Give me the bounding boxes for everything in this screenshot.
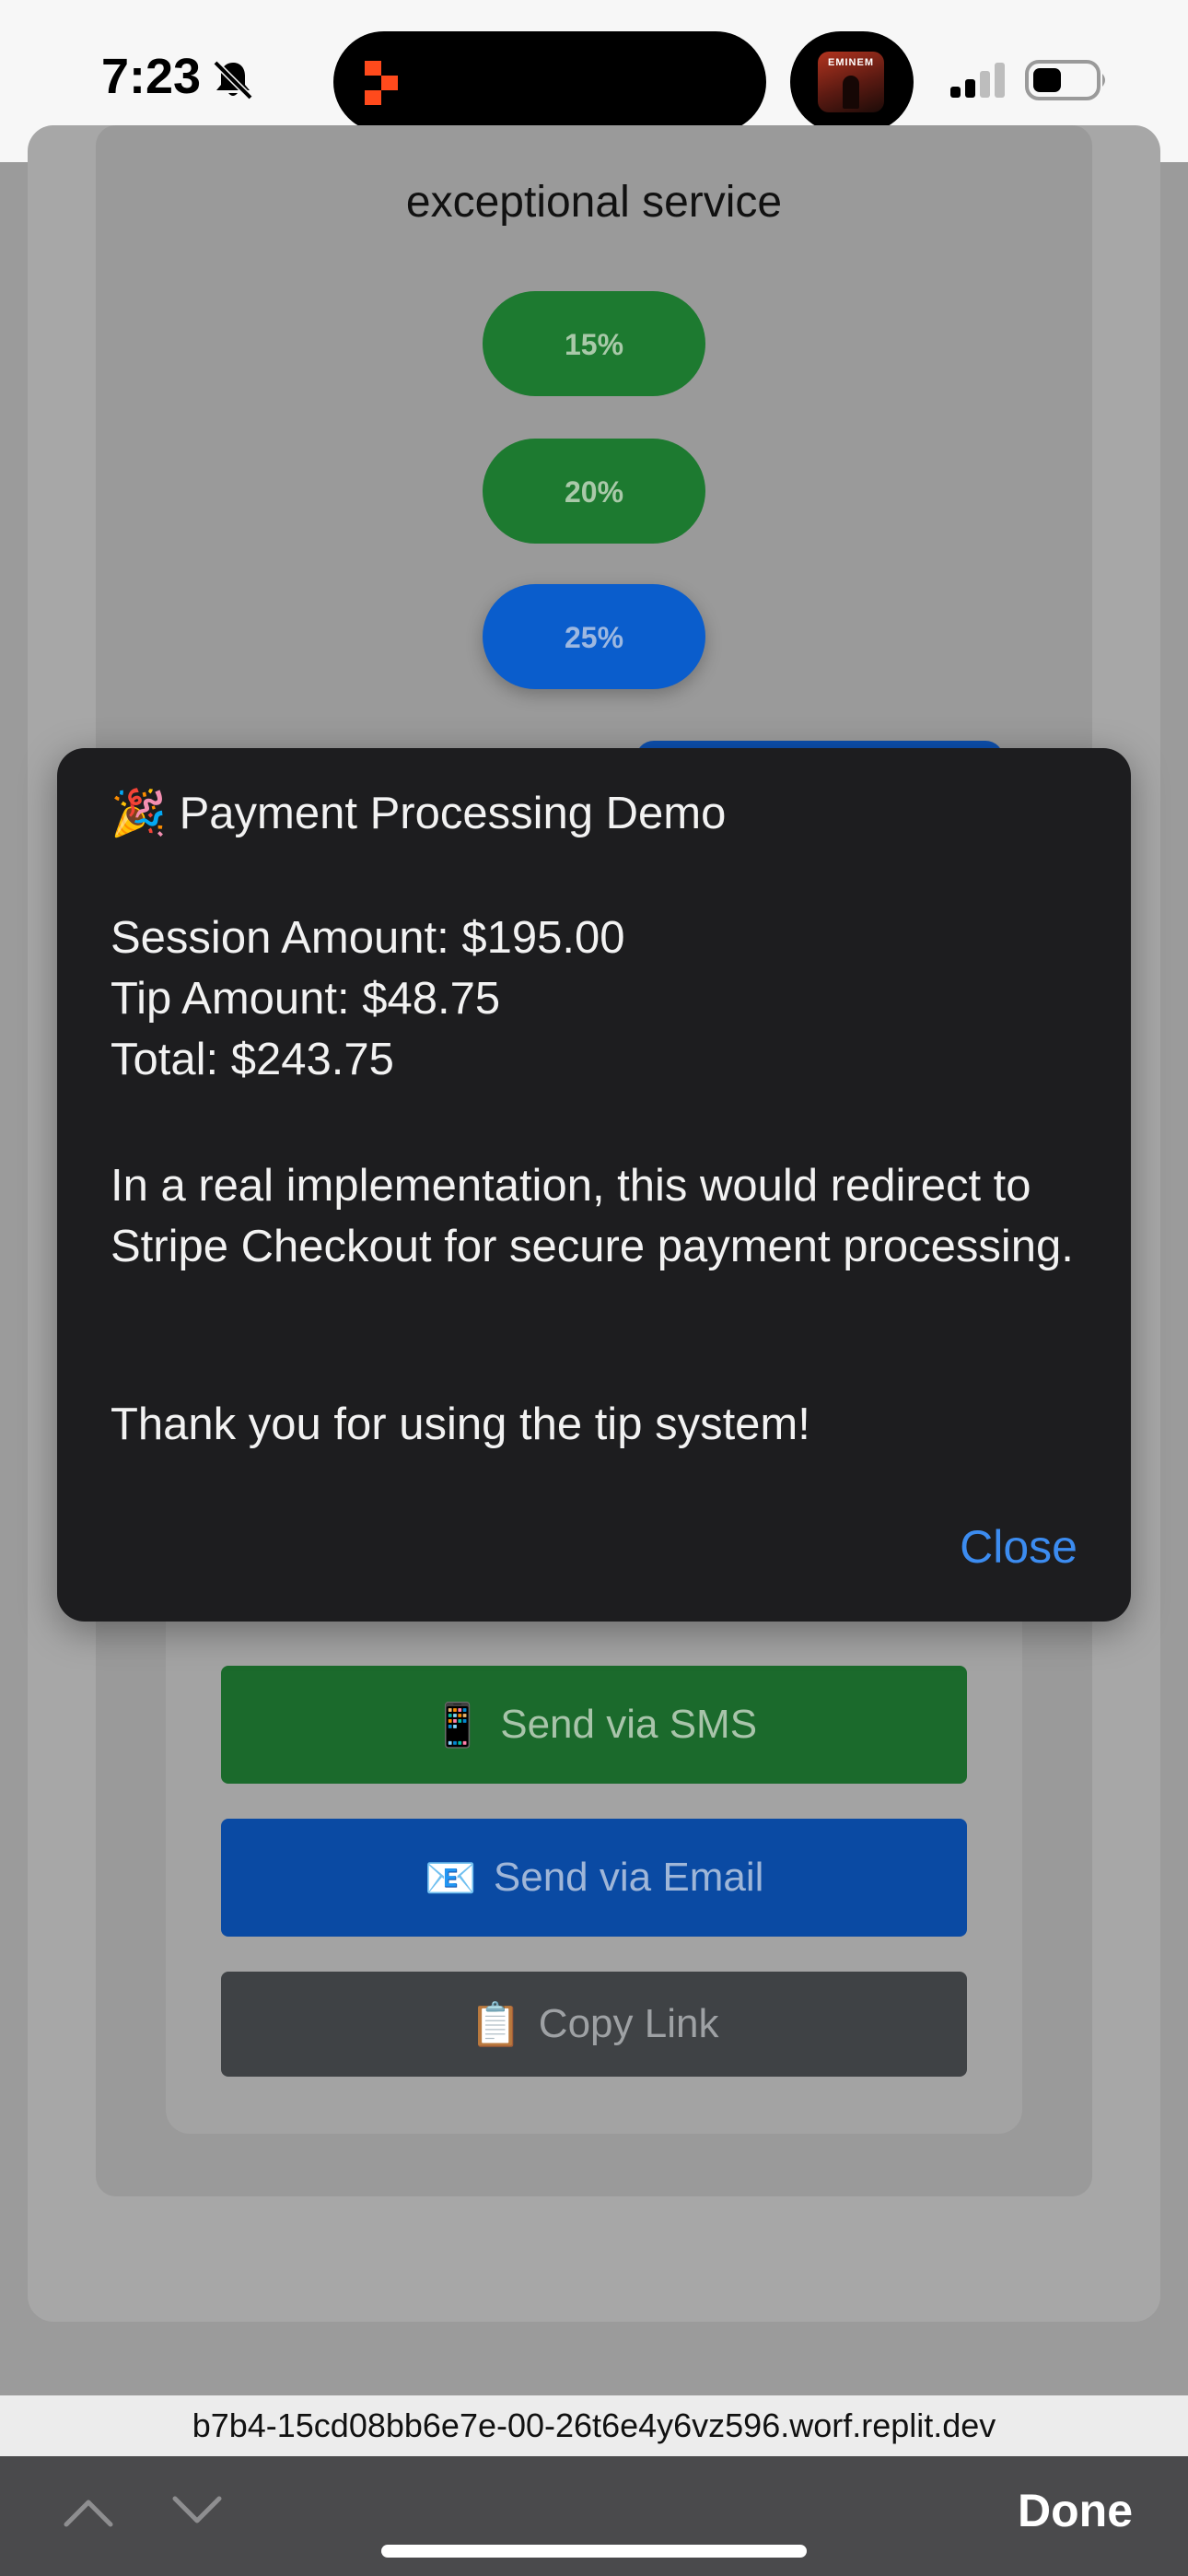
tip-amount: Tip Amount: $48.75 [111, 974, 501, 1024]
album-figure [843, 76, 859, 109]
dynamic-island[interactable] [333, 31, 766, 133]
done-button[interactable]: Done [1018, 2484, 1133, 2537]
payment-alert-dialog: 🎉 Payment Processing Demo Session Amount… [57, 748, 1131, 1622]
send-sms-button[interactable]: 📱 Send via SMS [221, 1666, 967, 1784]
session-amount: Session Amount: $195.00 [111, 913, 625, 963]
browser-toolbar: Done [0, 2456, 1188, 2576]
album-art: EMINEM [818, 52, 884, 112]
email-icon: 📧 [424, 1854, 477, 1902]
app-activity-icon [365, 61, 398, 105]
tip-15-button[interactable]: 15% [483, 291, 705, 396]
dialog-title: 🎉 Payment Processing Demo [111, 789, 727, 838]
send-email-label: Send via Email [493, 1855, 764, 1900]
close-button[interactable]: Close [960, 1520, 1077, 1574]
battery-icon [1025, 60, 1105, 100]
phone-icon: 📱 [430, 1701, 484, 1749]
dialog-message: In a real implementation, this would red… [111, 1161, 1074, 1271]
status-time: 7:23 [101, 49, 202, 104]
bell-slash-icon [213, 60, 253, 100]
copy-link-button[interactable]: 📋 Copy Link [221, 1972, 967, 2077]
cellular-signal-icon [950, 63, 1005, 98]
send-sms-label: Send via SMS [500, 1702, 758, 1747]
chevron-down-icon[interactable] [169, 2493, 225, 2530]
tip-25-button[interactable]: 25% [483, 584, 705, 689]
chevron-up-icon[interactable] [61, 2493, 116, 2530]
tip-section-heading: exceptional service [405, 178, 783, 227]
copy-link-label: Copy Link [538, 2001, 719, 2046]
now-playing-pill[interactable]: EMINEM [790, 31, 914, 133]
dialog-thanks: Thank you for using the tip system! [111, 1399, 810, 1449]
home-indicator[interactable] [381, 2545, 807, 2558]
send-email-button[interactable]: 📧 Send via Email [221, 1819, 967, 1937]
url-bar[interactable]: b7b4-15cd08bb6e7e-00-26t6e4y6vz596.worf.… [0, 2395, 1188, 2456]
clipboard-icon: 📋 [469, 2000, 522, 2048]
album-label: EMINEM [828, 57, 874, 68]
tip-20-button[interactable]: 20% [483, 439, 705, 544]
total-amount: Total: $243.75 [111, 1035, 394, 1084]
